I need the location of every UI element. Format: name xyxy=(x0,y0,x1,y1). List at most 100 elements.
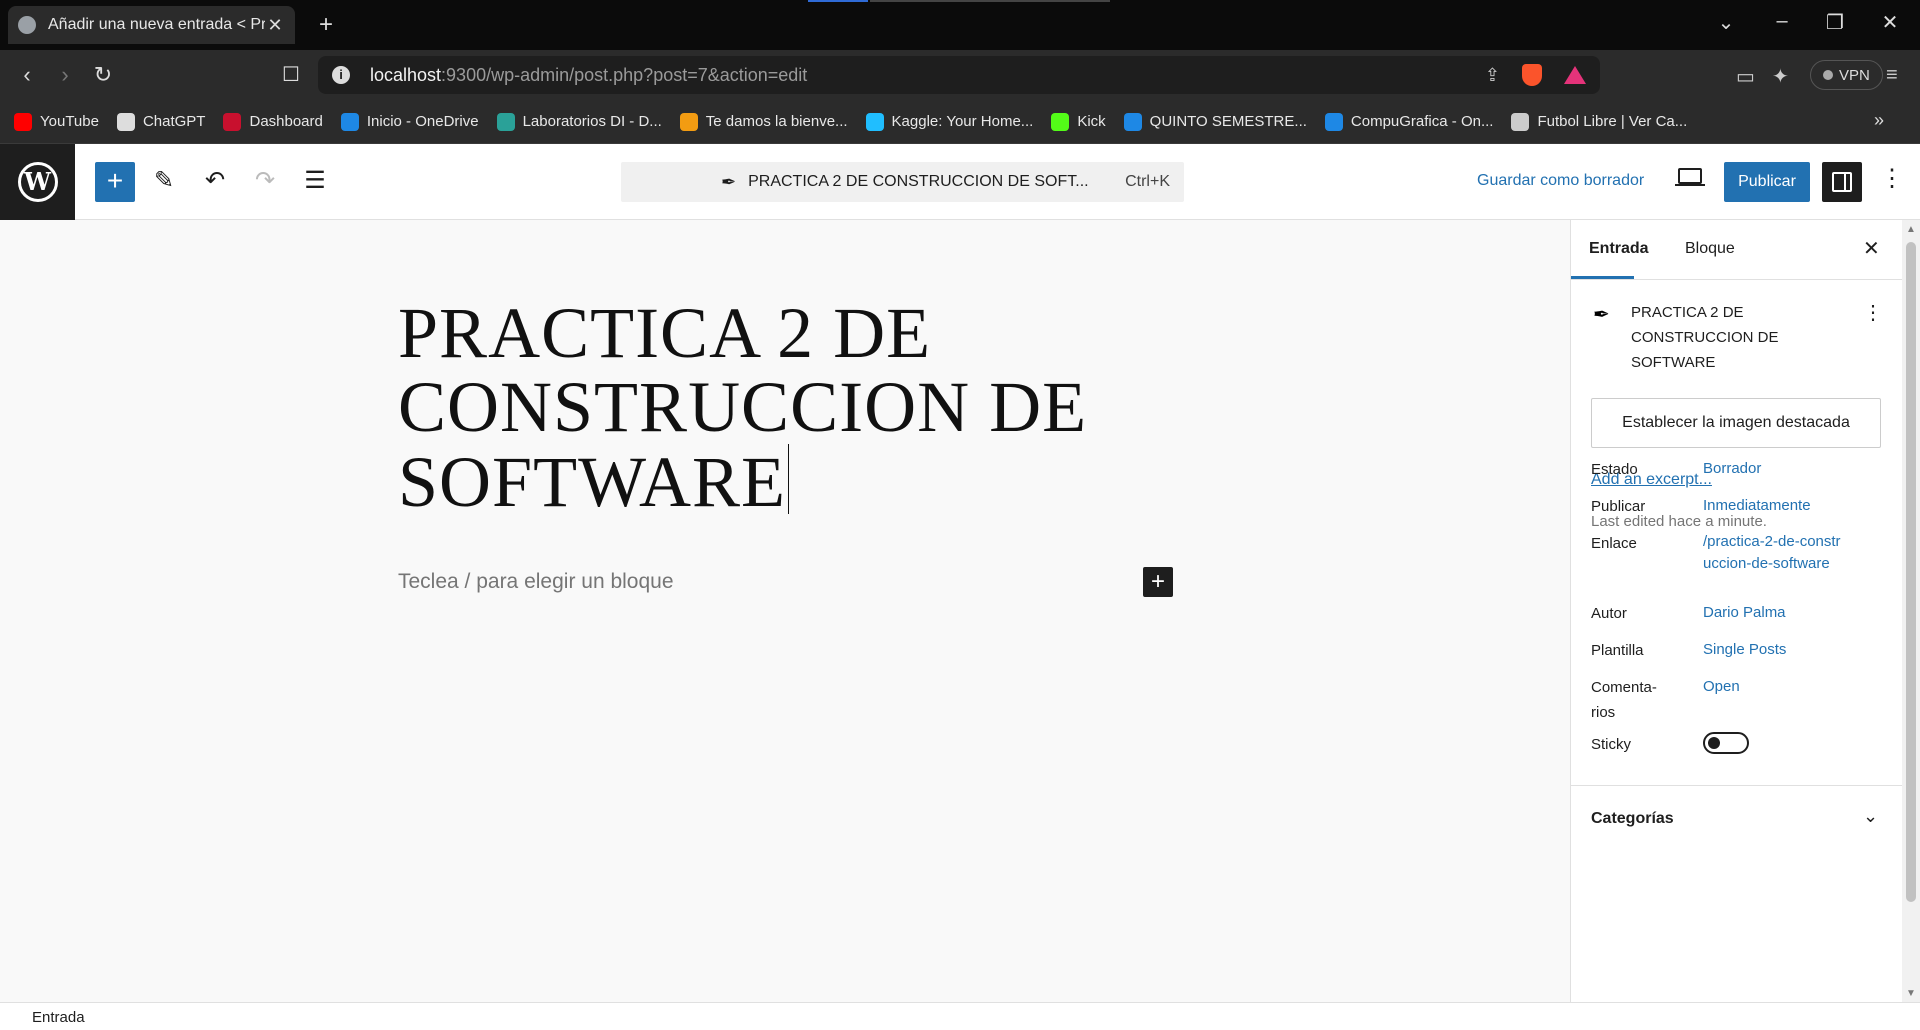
forward-icon[interactable]: › xyxy=(50,62,80,88)
bookmark-item[interactable]: Inicio - OneDrive xyxy=(340,112,479,131)
sticky-toggle[interactable] xyxy=(1703,732,1749,754)
bookmark-label: Kaggle: Your Home... xyxy=(891,113,1034,130)
bookmark-favicon-icon xyxy=(14,112,32,131)
bookmark-favicon-icon xyxy=(1051,112,1070,131)
menu-icon[interactable]: ≡ xyxy=(1886,64,1898,87)
sidebar-post-title: PRACTICA 2 DE CONSTRUCCION DE SOFTWARE xyxy=(1631,304,1779,371)
inline-add-block-button[interactable]: + xyxy=(1143,567,1173,597)
close-sidebar-icon[interactable]: ✕ xyxy=(1863,236,1880,261)
editor-header: W + ✎ ↶ ↷ ☰ ✒ PRACTICA 2 DE CONSTRUCCION… xyxy=(0,144,1920,220)
toggle-knob xyxy=(1708,737,1720,749)
url-host: localhost xyxy=(370,64,442,85)
close-window-icon[interactable]: ✕ xyxy=(1870,10,1910,35)
new-tab-button[interactable]: + xyxy=(312,11,340,39)
command-bar-shortcut: Ctrl+K xyxy=(1125,173,1170,190)
chevron-down-icon[interactable]: ⌄ xyxy=(1863,806,1878,827)
tab-indicator xyxy=(808,0,868,2)
block-placeholder[interactable]: Teclea / para elegir un bloque xyxy=(398,570,674,594)
tab-search-chevron-icon[interactable]: ⌄ xyxy=(1706,10,1746,35)
post-feather-icon: ✒ xyxy=(1593,304,1610,326)
bookmark-label: YouTube xyxy=(40,113,99,130)
brave-rewards-icon[interactable] xyxy=(1564,66,1586,84)
undo-icon[interactable]: ↶ xyxy=(199,166,231,195)
bookmark-label: Te damos la bienve... xyxy=(705,113,848,130)
wallet-icon[interactable]: ▭ xyxy=(1736,64,1755,89)
brave-shields-icon[interactable] xyxy=(1522,64,1542,86)
close-tab-icon[interactable]: ✕ xyxy=(265,15,285,36)
tab-bloque[interactable]: Bloque xyxy=(1685,240,1735,258)
bookmark-favicon-icon xyxy=(223,112,242,131)
bookmark-item[interactable]: Te damos la bienve... xyxy=(679,112,848,131)
post-title-text: PRACTICA 2 DE CONSTRUCCION DE SOFTWARE xyxy=(398,293,1088,522)
bookmark-item[interactable]: YouTube xyxy=(14,112,99,131)
autor-value[interactable]: Dario Palma xyxy=(1703,602,1786,624)
vpn-button[interactable]: VPN xyxy=(1810,60,1883,90)
plantilla-label: Plantilla xyxy=(1591,642,1644,659)
post-feather-icon: ✒ xyxy=(721,171,737,192)
bookmark-item[interactable]: Futbol Libre | Ver Ca... xyxy=(1511,112,1687,131)
bookmark-label: Inicio - OneDrive xyxy=(366,113,479,130)
post-actions-menu-icon[interactable]: ⋮ xyxy=(1863,300,1883,325)
comentarios-value[interactable]: Open xyxy=(1703,676,1740,698)
comentarios-label: Comenta-rios xyxy=(1591,679,1657,721)
edit-tool-icon[interactable]: ✎ xyxy=(148,166,180,195)
tab-indicator-inactive xyxy=(870,0,1110,2)
bookmark-favicon-icon xyxy=(496,112,515,131)
settings-sidebar-toggle[interactable] xyxy=(1822,162,1862,202)
address-bar[interactable]: i localhost:9300/wp-admin/post.php?post=… xyxy=(318,56,1600,94)
wordpress-logo-button[interactable]: W xyxy=(0,144,75,220)
plantilla-value[interactable]: Single Posts xyxy=(1703,639,1786,661)
block-inserter-button[interactable]: + xyxy=(95,162,135,202)
text-caret xyxy=(788,444,790,514)
post-title-field[interactable]: PRACTICA 2 DE CONSTRUCCION DE SOFTWARE xyxy=(398,296,1118,519)
options-menu-icon[interactable]: ⋮ xyxy=(1880,164,1904,193)
footer-breadcrumb[interactable]: Entrada xyxy=(32,1009,85,1026)
categorias-panel-toggle[interactable]: Categorías xyxy=(1591,810,1674,828)
bookmark-item[interactable]: CompuGrafica - On... xyxy=(1324,112,1493,131)
browser-tab-active[interactable]: Añadir una nueva entrada < Pr ✕ xyxy=(8,6,295,44)
reload-icon[interactable]: ↻ xyxy=(88,62,118,88)
bookmarks-bar: YouTube ChatGPT Dashboard Inicio - OneDrive… xyxy=(0,100,1920,144)
enlace-value[interactable]: /practica-2-de-construccion-de-software xyxy=(1703,531,1843,575)
leo-ai-icon[interactable]: ✦ xyxy=(1772,64,1789,89)
bookmarks-overflow-icon[interactable]: » xyxy=(1874,110,1884,131)
scrollbar-thumb[interactable] xyxy=(1906,242,1916,902)
bookmark-favicon-icon xyxy=(116,112,135,131)
autor-label: Autor xyxy=(1591,605,1627,622)
vpn-status-icon xyxy=(1823,70,1833,80)
scroll-up-icon[interactable]: ▲ xyxy=(1906,224,1916,235)
tab-title: Añadir una nueva entrada < Pr xyxy=(48,16,265,33)
bookmark-favicon-icon xyxy=(1324,112,1343,131)
bookmark-icon[interactable]: ☐ xyxy=(276,62,306,87)
preview-icon[interactable] xyxy=(1675,168,1705,186)
publish-button[interactable]: Publicar xyxy=(1724,162,1810,202)
tab-entrada[interactable]: Entrada xyxy=(1589,240,1649,258)
command-bar-title: PRACTICA 2 DE CONSTRUCCION DE SOFT... xyxy=(748,173,1089,190)
bookmark-item[interactable]: Laboratorios DI - D... xyxy=(496,112,662,131)
minimize-icon[interactable]: – xyxy=(1762,10,1802,33)
scroll-down-icon[interactable]: ▼ xyxy=(1906,988,1916,999)
save-draft-button[interactable]: Guardar como borrador xyxy=(1477,172,1644,190)
browser-toolbar: ‹ › ↻ ☐ i localhost:9300/wp-admin/post.p… xyxy=(0,50,1920,100)
bookmark-item[interactable]: ChatGPT xyxy=(116,112,206,131)
bookmark-item[interactable]: Dashboard xyxy=(223,112,323,131)
publicar-value[interactable]: Inmediatamente xyxy=(1703,495,1811,517)
globe-icon xyxy=(18,16,36,34)
wordpress-logo-icon: W xyxy=(17,162,58,202)
estado-value[interactable]: Borrador xyxy=(1703,458,1761,480)
bookmark-item[interactable]: Kick xyxy=(1051,112,1106,131)
site-info-icon[interactable]: i xyxy=(332,66,350,84)
back-icon[interactable]: ‹ xyxy=(12,62,42,88)
command-palette-bar[interactable]: ✒ PRACTICA 2 DE CONSTRUCCION DE SOFT... … xyxy=(621,162,1184,202)
set-featured-image-button[interactable]: Establecer la imagen destacada xyxy=(1591,398,1881,448)
document-overview-icon[interactable]: ☰ xyxy=(299,166,331,195)
enlace-label: Enlace xyxy=(1591,535,1637,552)
bookmark-label: ChatGPT xyxy=(142,113,206,130)
share-icon[interactable]: ⇪ xyxy=(1485,65,1500,86)
restore-icon[interactable]: ❐ xyxy=(1815,10,1855,35)
sidebar-scrollbar[interactable]: ▲ ▼ xyxy=(1902,220,1920,1002)
url-path: :9300/wp-admin/post.php?post=7&action=ed… xyxy=(441,64,808,85)
bookmark-item[interactable]: Kaggle: Your Home... xyxy=(865,112,1034,131)
bookmark-item[interactable]: QUINTO SEMESTRE... xyxy=(1123,112,1307,131)
redo-icon[interactable]: ↷ xyxy=(249,166,281,195)
